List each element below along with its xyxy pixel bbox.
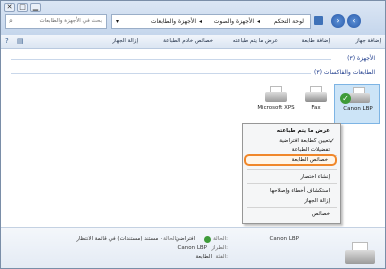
search-input[interactable]: ⌕ بحث في الأجهزة والطابعات xyxy=(5,14,107,29)
menu-item-see-printing[interactable]: عرض ما يتم طباعته xyxy=(277,128,330,134)
details-model-value: Canon LBP xyxy=(177,245,207,251)
breadcrumb-root[interactable]: لوحة التحكم xyxy=(274,18,304,25)
details-status-value: ٠ مستند (مستندات) في قائمة الانتظار xyxy=(76,236,163,242)
breadcrumb-current[interactable]: الأجهزة والطابعات xyxy=(151,18,196,25)
remove-device-button[interactable]: إزالة الجهاز xyxy=(112,38,138,44)
menu-item-set-default[interactable]: تعيين كطابعة افتراضية xyxy=(279,138,330,144)
breadcrumb-middle[interactable]: الأجهزة والصوت xyxy=(214,18,254,25)
add-device-button[interactable]: إضافة جهاز xyxy=(356,38,381,44)
forward-icon[interactable]: › xyxy=(331,14,345,28)
menu-item-printer-properties-highlight[interactable]: خصائص الطابعة xyxy=(292,157,328,163)
title-bar: ✕ □ ▁ ⌕ بحث في الأجهزة والطابعات ▾ لوحة … xyxy=(1,1,385,35)
details-name: Canon LBP xyxy=(269,236,299,242)
chevron-icon: ◂ xyxy=(198,18,202,25)
fax-icon[interactable] xyxy=(305,86,327,104)
details-model-label: الطراز: xyxy=(211,245,228,251)
printer-icon[interactable] xyxy=(265,86,287,104)
default-check-icon xyxy=(204,236,211,243)
print-server-properties-button[interactable]: خصائص خادم الطباعة xyxy=(163,38,213,44)
group-devices[interactable]: الأجهزة (٣) xyxy=(347,55,375,62)
details-pane: Canon LBP الحالة: افتراضي الحالة: ٠ مستن… xyxy=(1,227,385,268)
add-printer-button[interactable]: إضافة طابعة xyxy=(302,38,330,44)
menu-item-troubleshoot[interactable]: استكشاف أخطاء وإصلاحها xyxy=(270,188,330,194)
details-category-value: الطابعة xyxy=(195,254,212,260)
control-panel-icon xyxy=(314,16,323,25)
search-placeholder: بحث في الأجهزة والطابعات xyxy=(39,18,102,24)
group-divider xyxy=(11,59,331,60)
printer-label-fax[interactable]: Fax xyxy=(299,105,333,112)
menu-item-create-shortcut[interactable]: إنشاء اختصار xyxy=(300,174,330,180)
back-icon[interactable]: ‹ xyxy=(347,14,361,28)
details-state-value: افتراضي xyxy=(175,236,195,242)
details-status-label: الحالة: xyxy=(163,236,178,242)
search-icon: ⌕ xyxy=(9,17,13,25)
menu-separator xyxy=(247,183,337,184)
menu-item-properties[interactable]: خصائص xyxy=(312,211,330,217)
help-icon[interactable]: ? xyxy=(5,37,15,46)
address-bar[interactable]: ▾ لوحة التحكم ◂ الأجهزة والصوت ◂ الأجهزة… xyxy=(111,14,311,29)
printer-label-xps[interactable]: Microsoft XPS xyxy=(251,105,301,112)
details-state-label: الحالة: xyxy=(213,236,228,242)
command-bar: ? ▤ إضافة جهاز إضافة طابعة عرض ما يتم طب… xyxy=(1,35,385,49)
menu-item-printing-preferences[interactable]: تفضيلات الطباعة xyxy=(292,147,330,153)
menu-separator xyxy=(247,169,337,170)
printer-icon[interactable] xyxy=(348,87,370,105)
view-options-icon[interactable]: ▤ xyxy=(17,37,27,46)
default-check-icon: ✓ xyxy=(340,93,351,104)
menu-item-remove-device[interactable]: إزالة الجهاز xyxy=(304,198,330,204)
printer-icon xyxy=(345,242,375,266)
context-menu: عرض ما يتم طباعته ✓ تعيين كطابعة افتراضي… xyxy=(242,123,341,224)
close-icon[interactable]: ✕ xyxy=(4,3,15,12)
minimize-icon[interactable]: ▁ xyxy=(30,3,41,12)
chevron-icon: ◂ xyxy=(256,18,260,25)
devices-and-printers-window: ✕ □ ▁ ⌕ بحث في الأجهزة والطابعات ▾ لوحة … xyxy=(0,0,386,269)
chevron-down-icon[interactable]: ▾ xyxy=(116,18,119,25)
group-printers[interactable]: الطابعات والفاكسات (٣) xyxy=(314,69,375,76)
printer-label-canon[interactable]: Canon LBP xyxy=(337,106,379,113)
menu-separator xyxy=(247,207,337,208)
maximize-icon[interactable]: □ xyxy=(17,3,28,12)
see-printing-button[interactable]: عرض ما يتم طباعته xyxy=(233,38,278,44)
details-category-label: الفئة: xyxy=(215,254,228,260)
group-divider xyxy=(11,73,311,74)
